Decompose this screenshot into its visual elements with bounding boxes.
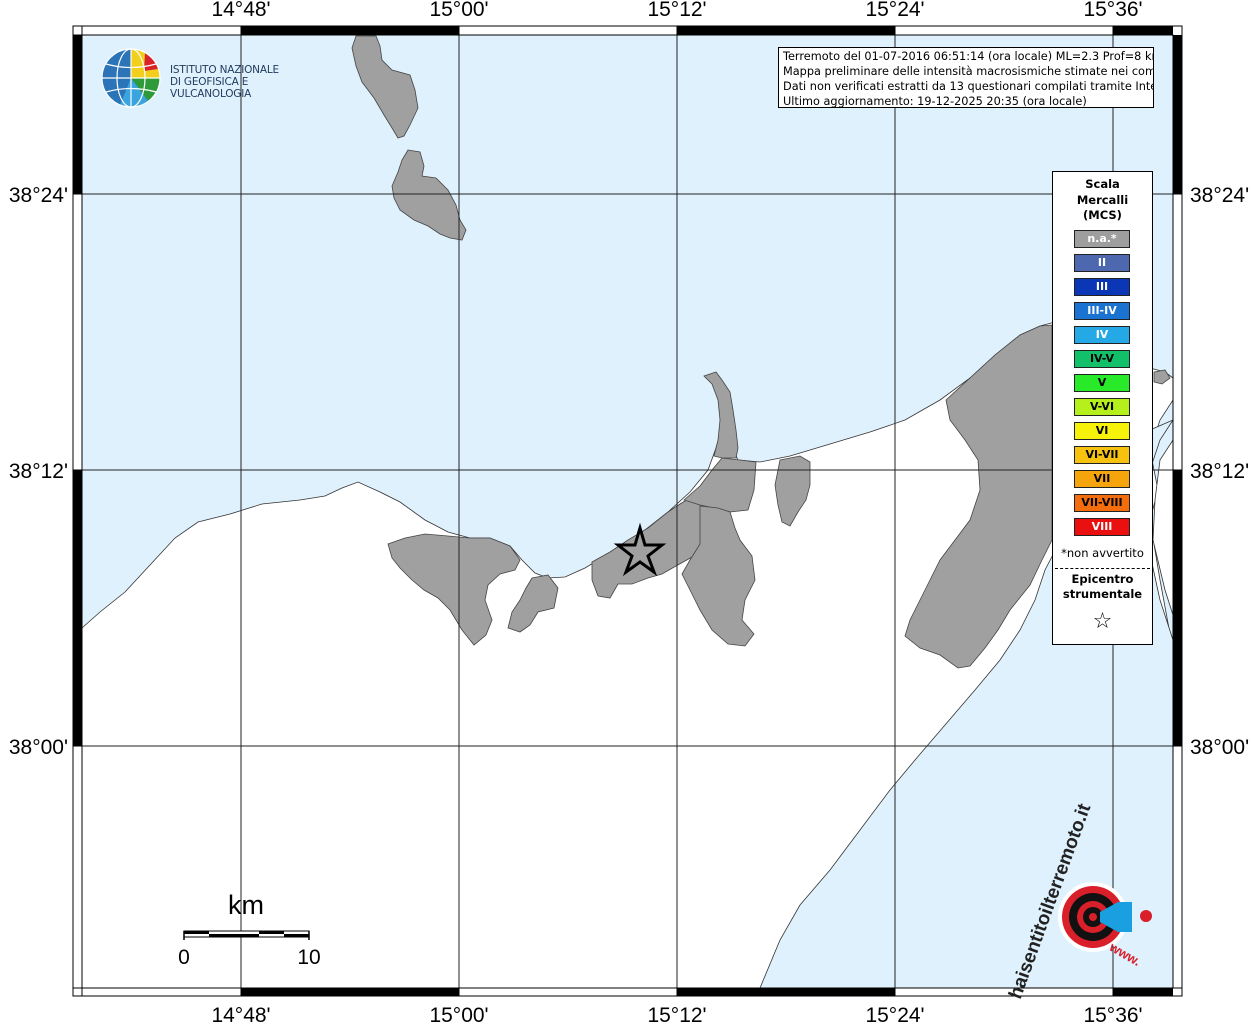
- lon-label-bottom-4: 15°36': [1083, 1004, 1142, 1024]
- legend-item-4: IV: [1074, 326, 1130, 344]
- legend-item-11: VII-VIII: [1074, 494, 1130, 512]
- ingv-logo: ISTITUTO NAZIONALE DI GEOFISICA E VULCAN…: [100, 47, 320, 111]
- lon-label-bottom-2: 15°12': [647, 1004, 706, 1024]
- legend-item-9: VI-VII: [1074, 446, 1130, 464]
- legend-epicenter-line1: Epicentro: [1071, 572, 1134, 586]
- event-info-line2: Mappa preliminare delle intensità macros…: [783, 65, 1154, 78]
- lat-label-right-1: 38°12': [1190, 460, 1249, 483]
- lat-label-right-2: 38°00': [1190, 736, 1249, 759]
- lat-label-left-1: 38°12': [9, 460, 68, 483]
- legend-item-0: n.a.*: [1074, 230, 1130, 248]
- ingv-globe-icon: [101, 48, 161, 108]
- lon-label-bottom-3: 15°24': [865, 1004, 924, 1024]
- legend-item-8: VI: [1074, 422, 1130, 440]
- legend-item-12: VIII: [1074, 518, 1130, 536]
- legend-title: Scala Mercalli (MCS): [1053, 177, 1152, 224]
- event-info-line1: Terremoto del 01-07-2016 06:51:14 (ora l…: [783, 50, 1154, 63]
- lon-label-top-4: 15°36': [1083, 0, 1142, 21]
- ingv-logo-line1: ISTITUTO NAZIONALE: [170, 64, 279, 76]
- legend-title-line1: Scala: [1085, 177, 1120, 191]
- event-info-line3: Dati non verificati estratti da 13 quest…: [783, 80, 1154, 93]
- legend-item-7: V-VI: [1074, 398, 1130, 416]
- lat-label-right-0: 38°24': [1190, 184, 1249, 207]
- legend-item-1: II: [1074, 254, 1130, 272]
- lon-label-top-0: 14°48': [211, 0, 270, 21]
- longitude-labels-bottom: 14°48' 15°00' 15°12' 15°24' 15°36': [211, 1004, 1142, 1024]
- legend-title-line3: (MCS): [1083, 208, 1122, 222]
- lon-label-top-1: 15°00': [429, 0, 488, 21]
- latitude-labels-right: 38°24' 38°12' 38°00': [1190, 184, 1249, 759]
- mcs-legend: Scala Mercalli (MCS) n.a.* II III III-IV IV I…: [1052, 171, 1153, 645]
- legend-item-3: III-IV: [1074, 302, 1130, 320]
- scale-unit: km: [228, 890, 264, 920]
- lon-label-top-3: 15°24': [865, 0, 924, 21]
- lat-label-left-0: 38°24': [9, 184, 68, 207]
- legend-divider: [1055, 568, 1150, 569]
- scale-min: 0: [178, 946, 190, 969]
- legend-item-2: III: [1074, 278, 1130, 296]
- legend-note: *non avvertito: [1061, 546, 1144, 560]
- legend-item-6: V: [1074, 374, 1130, 392]
- lon-label-bottom-0: 14°48': [211, 1004, 270, 1024]
- legend-epicenter-line2: strumentale: [1062, 587, 1143, 601]
- lat-label-left-2: 38°00': [9, 736, 68, 759]
- legend-title-line2: Mercalli: [1076, 192, 1129, 207]
- event-info-box: Terremoto del 01-07-2016 06:51:14 (ora l…: [778, 47, 1154, 108]
- scale-max: 10: [297, 946, 320, 969]
- ingv-logo-line2: DI GEOFISICA E VULCANOLOGIA: [170, 76, 252, 100]
- longitude-labels-top: 14°48' 15°00' 15°12' 15°24' 15°36': [211, 0, 1142, 21]
- latitude-labels-left: 38°24' 38°12' 38°00': [9, 184, 68, 759]
- lon-label-bottom-1: 15°00': [429, 1004, 488, 1024]
- legend-item-5: IV-V: [1074, 350, 1130, 368]
- legend-item-10: VII: [1074, 470, 1130, 488]
- lon-label-top-2: 15°12': [647, 0, 706, 21]
- legend-star-icon: ☆: [1092, 609, 1113, 634]
- legend-epicenter-label: Epicentro strumentale: [1053, 572, 1152, 602]
- event-info-line4: Ultimo aggiornamento: 19-12-2025 20:35 (…: [783, 95, 1087, 108]
